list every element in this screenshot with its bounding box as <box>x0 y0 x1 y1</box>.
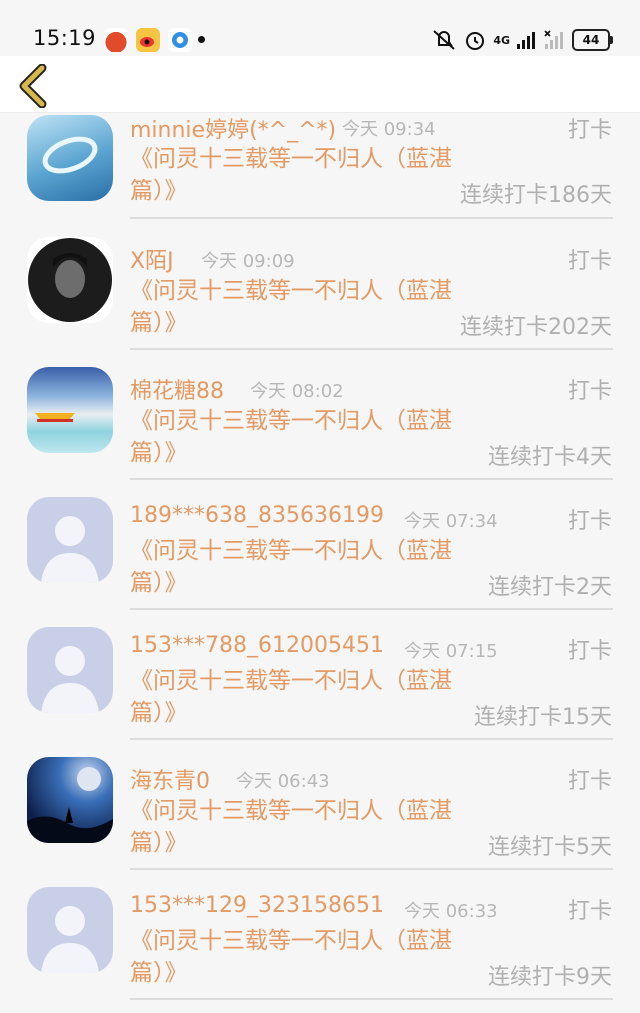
chevron-left-icon[interactable] <box>14 64 54 108</box>
avatar[interactable] <box>27 237 113 323</box>
book-title[interactable]: 《问灵十三载等一不归人（蓝湛篇）》 <box>130 795 460 859</box>
network-label: 4G <box>493 33 510 47</box>
list-item[interactable]: 海东青0 今天 06:43 打卡 《问灵十三载等一不归人（蓝湛篇）》 连续打卡5… <box>0 757 640 887</box>
user-name[interactable]: X陌J <box>130 243 174 275</box>
streak-count: 连续打卡202天 <box>460 315 612 340</box>
signal-icon <box>517 32 535 49</box>
checkin-time: 今天 09:34 <box>342 119 436 140</box>
checkin-label: 打卡 <box>567 639 612 664</box>
notification-dot <box>198 36 205 43</box>
list-item[interactable]: 153***788_612005451 今天 07:15 打卡 《问灵十三载等一… <box>0 627 640 757</box>
status-right: 4G 44 <box>431 28 613 52</box>
checkin-list: minnie婷婷(*^_^*) 今天 09:34 打卡 《问灵十三载等一不归人（… <box>0 112 640 1013</box>
mute-bell-icon <box>433 30 455 50</box>
list-item[interactable]: minnie婷婷(*^_^*) 今天 09:34 打卡 《问灵十三载等一不归人（… <box>0 112 640 237</box>
checkin-time: 今天 09:09 <box>201 251 295 272</box>
divider <box>130 868 613 870</box>
checkin-time: 今天 08:02 <box>250 381 344 402</box>
divider <box>130 348 613 350</box>
book-title[interactable]: 《问灵十三载等一不归人（蓝湛篇）》 <box>130 925 460 989</box>
checkin-label: 打卡 <box>567 509 612 534</box>
user-name[interactable]: minnie婷婷(*^_^*) <box>130 112 336 144</box>
browser-icon <box>168 28 192 52</box>
battery-icon: 44 <box>572 29 613 51</box>
avatar[interactable] <box>27 887 113 973</box>
avatar[interactable] <box>27 757 113 843</box>
avatar[interactable] <box>27 115 113 201</box>
checkin-time: 今天 07:34 <box>404 511 498 532</box>
book-title[interactable]: 《问灵十三载等一不归人（蓝湛篇）》 <box>130 275 460 339</box>
streak-count: 连续打卡5天 <box>488 835 612 860</box>
nav-bar <box>0 56 640 113</box>
divider <box>130 478 613 480</box>
signal-2-icon <box>544 30 563 49</box>
user-name[interactable]: 海东青0 <box>130 763 210 795</box>
divider <box>130 217 613 219</box>
streak-count: 连续打卡9天 <box>488 965 612 990</box>
status-time: 15:19 <box>33 26 97 50</box>
list-item[interactable]: 棉花糖88 今天 08:02 打卡 《问灵十三载等一不归人（蓝湛篇）》 连续打卡… <box>0 367 640 497</box>
streak-count: 连续打卡15天 <box>474 705 612 730</box>
alarm-icon <box>466 32 485 50</box>
checkin-time: 今天 07:15 <box>404 641 498 662</box>
checkin-label: 打卡 <box>567 249 612 274</box>
divider <box>130 738 613 740</box>
list-item[interactable]: 189***638_835636199 今天 07:34 打卡 《问灵十三载等一… <box>0 497 640 627</box>
book-title[interactable]: 《问灵十三载等一不归人（蓝湛篇）》 <box>130 405 460 469</box>
checkin-label: 打卡 <box>567 769 612 794</box>
streak-count: 连续打卡186天 <box>460 183 612 208</box>
book-title[interactable]: 《问灵十三载等一不归人（蓝湛篇）》 <box>130 143 460 207</box>
checkin-time: 今天 06:33 <box>404 901 498 922</box>
avatar[interactable] <box>27 367 113 453</box>
checkin-label: 打卡 <box>567 118 612 143</box>
book-title[interactable]: 《问灵十三载等一不归人（蓝湛篇）》 <box>130 665 460 729</box>
status-bar: 15:19 4G 44 <box>0 0 640 56</box>
game-app-icon <box>104 28 128 52</box>
user-name[interactable]: 棉花糖88 <box>130 373 224 405</box>
checkin-label: 打卡 <box>567 899 612 924</box>
user-name[interactable]: 189***638_835636199 <box>130 503 384 528</box>
checkin-label: 打卡 <box>567 379 612 404</box>
avatar[interactable] <box>27 497 113 583</box>
streak-count: 连续打卡2天 <box>488 575 612 600</box>
weibo-icon <box>136 28 160 52</box>
list-item[interactable]: 153***129_323158651 今天 06:33 打卡 《问灵十三载等一… <box>0 887 640 1013</box>
divider <box>130 608 613 610</box>
divider <box>130 998 613 1000</box>
user-name[interactable]: 153***129_323158651 <box>130 893 384 918</box>
user-name[interactable]: 153***788_612005451 <box>130 633 384 658</box>
book-title[interactable]: 《问灵十三载等一不归人（蓝湛篇）》 <box>130 535 460 599</box>
streak-count: 连续打卡4天 <box>488 445 612 470</box>
checkin-time: 今天 06:43 <box>236 771 330 792</box>
list-item[interactable]: X陌J 今天 09:09 打卡 《问灵十三载等一不归人（蓝湛篇）》 连续打卡20… <box>0 237 640 367</box>
avatar[interactable] <box>27 627 113 713</box>
